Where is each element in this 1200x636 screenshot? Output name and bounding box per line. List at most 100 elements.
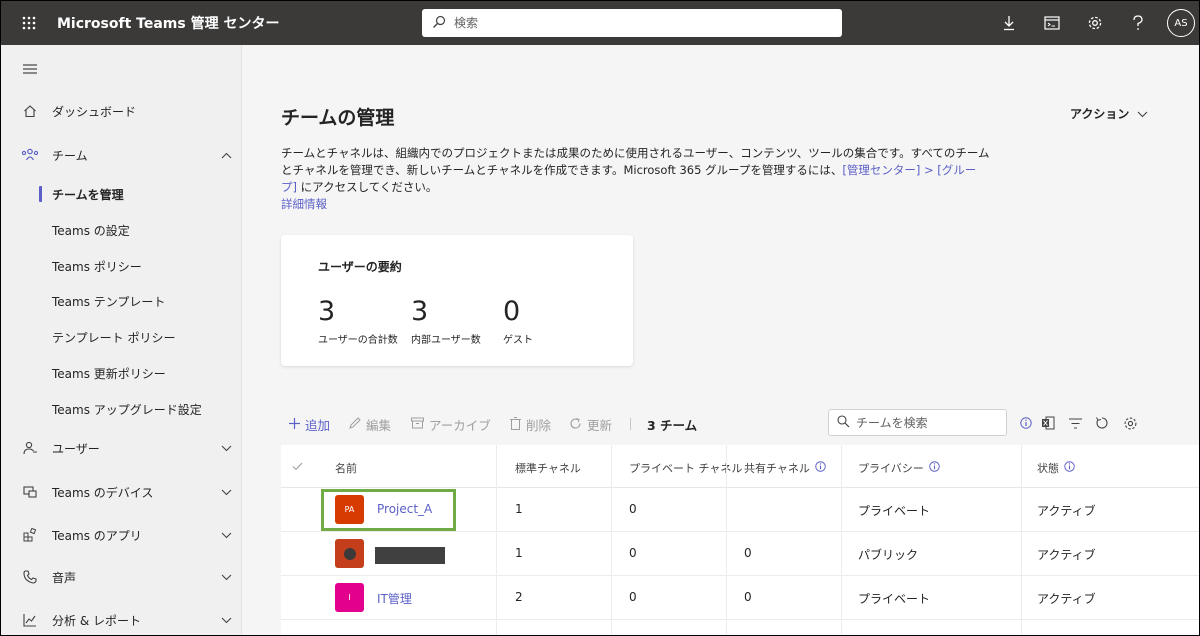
stat-value: 0 bbox=[503, 296, 521, 327]
table-row[interactable]: I IT管理 2 0 0 プライベート アクティブ bbox=[281, 576, 1199, 620]
sidebar-item-teams[interactable]: チーム bbox=[1, 137, 242, 173]
page-title: チームの管理 bbox=[281, 107, 395, 129]
privacy-cell: パブリック bbox=[858, 548, 919, 562]
user-summary-card: ユーザーの要約 3 ユーザーの合計数 3 内部ユーザー数 0 ゲスト bbox=[281, 235, 633, 366]
top-icons: AS bbox=[987, 1, 1199, 45]
private-channels-cell: 0 bbox=[629, 590, 637, 604]
settings-gear-icon[interactable] bbox=[1120, 413, 1140, 433]
column-header-privacy[interactable]: プライバシー bbox=[858, 460, 940, 476]
user-summary-title: ユーザーの要約 bbox=[318, 260, 402, 274]
archive-label: アーカイブ bbox=[429, 418, 491, 433]
phone-icon bbox=[21, 568, 39, 586]
sidebar-item-template-policies[interactable]: テンプレート ポリシー bbox=[1, 319, 242, 355]
shared-channels-cell: 0 bbox=[744, 546, 752, 560]
refresh-button[interactable]: 更新 bbox=[569, 415, 612, 434]
actions-menu[interactable]: アクション bbox=[1070, 105, 1148, 122]
chevron-down-icon bbox=[1137, 107, 1148, 121]
stat-guests: 0 ゲスト bbox=[503, 296, 533, 347]
sidebar-item-apps[interactable]: Teams のアプリ bbox=[1, 517, 242, 553]
app-launcher-icon[interactable] bbox=[1, 1, 57, 45]
info-icon[interactable] bbox=[1016, 413, 1036, 433]
chevron-up-icon bbox=[219, 148, 233, 162]
sidebar-item-teams-policies[interactable]: Teams ポリシー bbox=[1, 248, 242, 284]
status-cell: アクティブ bbox=[1037, 504, 1096, 518]
gear-icon[interactable] bbox=[1073, 1, 1116, 45]
sidebar-item-label: テンプレート ポリシー bbox=[52, 330, 176, 345]
user-avatar[interactable]: AS bbox=[1167, 9, 1195, 37]
search-icon bbox=[837, 414, 850, 431]
active-indicator bbox=[39, 186, 42, 202]
standard-channels-cell: 1 bbox=[515, 502, 523, 516]
standard-channels-cell: 2 bbox=[515, 590, 523, 604]
highlight-box bbox=[321, 489, 456, 531]
page-description: チームとチャネルは、組織内でのプロジェクトまたは成果のために使用されるユーザー、… bbox=[281, 145, 991, 213]
redacted-team-name[interactable] bbox=[375, 547, 445, 564]
info-icon[interactable] bbox=[929, 461, 940, 475]
column-header-shared-channels[interactable]: 共有チャネル bbox=[744, 460, 826, 476]
info-icon[interactable] bbox=[1064, 461, 1075, 475]
column-label: プライバシー bbox=[858, 462, 924, 475]
apps-icon bbox=[21, 526, 39, 544]
sidebar-item-devices[interactable]: Teams のデバイス bbox=[1, 474, 242, 510]
pencil-icon bbox=[349, 417, 361, 432]
toolbar-divider bbox=[630, 418, 631, 430]
sidebar-item-label: チーム bbox=[52, 148, 88, 163]
delete-label: 削除 bbox=[526, 418, 552, 433]
global-search[interactable] bbox=[422, 9, 842, 37]
shell-icon[interactable] bbox=[1030, 1, 1073, 45]
refresh-label: 更新 bbox=[587, 418, 613, 433]
sidebar-item-teams-settings[interactable]: Teams の設定 bbox=[1, 212, 242, 248]
table-row[interactable]: PA Project_A 1 0 プライベート アクティブ bbox=[281, 488, 1199, 532]
team-search[interactable] bbox=[828, 409, 1007, 436]
sidebar-item-label: Teams の設定 bbox=[52, 223, 130, 238]
admin-center-window: Microsoft Teams 管理 センター AS bbox=[0, 0, 1200, 636]
info-icon[interactable] bbox=[815, 461, 826, 475]
global-search-input[interactable] bbox=[454, 16, 814, 30]
table-toolbar: 追加 編集 アーカイブ 削除 更新 3 チーム チームを検索 bbox=[281, 401, 1199, 445]
sidebar-item-analytics[interactable]: 分析 & レポート bbox=[1, 602, 242, 635]
column-header-standard-channels[interactable]: 標準チャネル bbox=[515, 460, 581, 476]
sidebar-item-manage-teams[interactable]: チームを管理 bbox=[1, 176, 242, 212]
column-label: 共有チャネル bbox=[744, 462, 810, 475]
edit-button[interactable]: 編集 bbox=[349, 415, 391, 434]
column-header-status[interactable]: 状態 bbox=[1037, 460, 1075, 476]
team-name-link[interactable]: IT管理 bbox=[377, 590, 412, 607]
shared-channels-cell: 0 bbox=[744, 590, 752, 604]
column-divider bbox=[1021, 445, 1022, 635]
column-divider bbox=[726, 445, 727, 635]
home-icon bbox=[21, 102, 39, 120]
team-search-input[interactable] bbox=[856, 415, 996, 430]
sidebar-item-dashboard[interactable]: ダッシュボード bbox=[1, 93, 242, 129]
excel-export-icon[interactable] bbox=[1038, 413, 1058, 433]
sidebar-item-upgrade-settings[interactable]: Teams アップグレード設定 bbox=[1, 391, 242, 427]
plus-icon bbox=[289, 417, 300, 432]
sidebar-item-label: Teams のデバイス bbox=[52, 485, 154, 500]
sidebar-item-label: チームを管理 bbox=[52, 187, 124, 202]
column-divider bbox=[496, 445, 497, 635]
user-icon bbox=[21, 439, 39, 457]
main-content: チームの管理 アクション チームとチャネルは、組織内でのプロジェクトまたは成果の… bbox=[242, 45, 1199, 635]
description-text-end: にアクセスしてください。 bbox=[297, 180, 438, 194]
more-info-link[interactable]: 詳細情報 bbox=[281, 197, 327, 211]
add-label: 追加 bbox=[305, 418, 331, 433]
table-row[interactable]: 1 0 0 パブリック アクティブ bbox=[281, 532, 1199, 576]
delete-button[interactable]: 削除 bbox=[510, 415, 551, 434]
archive-button[interactable]: アーカイブ bbox=[411, 415, 491, 434]
sidebar-item-voice[interactable]: 音声 bbox=[1, 559, 242, 595]
add-button[interactable]: 追加 bbox=[289, 415, 330, 434]
refresh-icon bbox=[569, 417, 582, 433]
select-all-checkmark-icon[interactable] bbox=[292, 460, 303, 474]
sidebar-item-teams-templates[interactable]: Teams テンプレート bbox=[1, 283, 242, 319]
hamburger-menu-icon[interactable] bbox=[23, 63, 37, 77]
help-icon[interactable] bbox=[1116, 1, 1159, 45]
filter-icon[interactable] bbox=[1065, 413, 1085, 433]
sidebar-item-label: Teams テンプレート bbox=[52, 294, 166, 309]
download-icon[interactable] bbox=[987, 1, 1030, 45]
app-title[interactable]: Microsoft Teams 管理 センター bbox=[57, 13, 279, 33]
sidebar-item-update-policies[interactable]: Teams 更新ポリシー bbox=[1, 355, 242, 391]
sidebar-item-users[interactable]: ユーザー bbox=[1, 430, 242, 466]
sidebar-item-label: 音声 bbox=[52, 570, 77, 585]
reset-icon[interactable] bbox=[1092, 413, 1112, 433]
column-header-name[interactable]: 名前 bbox=[335, 460, 357, 476]
table-header: 名前 標準チャネル プライベート チャネル 共有チャネル プライバシー 状態 bbox=[281, 445, 1199, 488]
